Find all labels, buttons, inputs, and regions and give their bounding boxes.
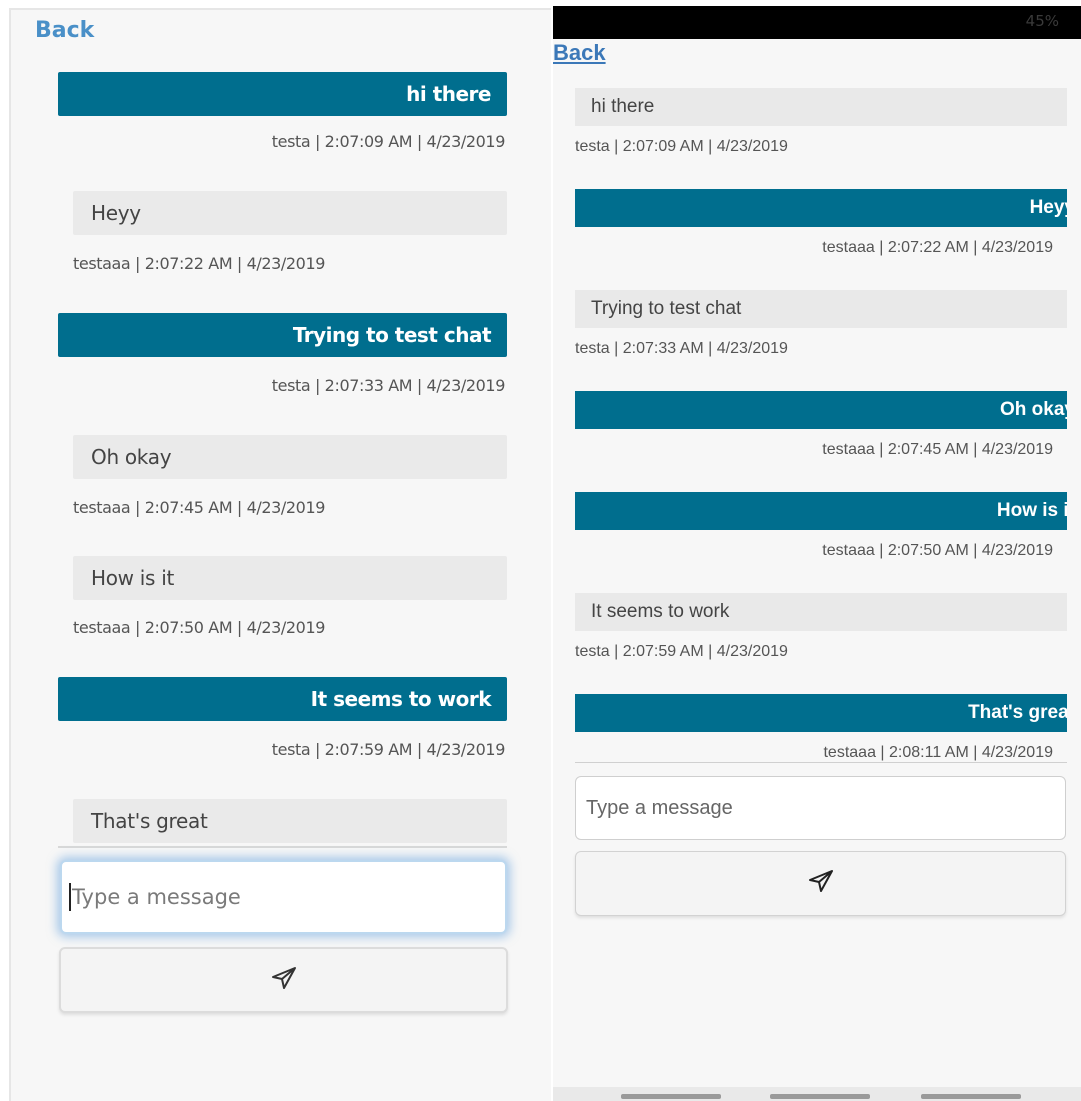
message-list[interactable]: hi there testa | 2:07:09 AM | 4/23/2019 … [11, 10, 551, 848]
status-bar: 45% [553, 6, 1081, 39]
message-meta: testaaa | 2:07:50 AM | 4/23/2019 [822, 542, 1053, 559]
back-link[interactable]: Back [553, 40, 606, 66]
nav-back-button[interactable] [921, 1094, 1021, 1099]
chat-window-desktop: Back hi there testa | 2:07:09 AM | 4/23/… [9, 8, 551, 1101]
message-text: Heyy [1029, 197, 1067, 218]
chat-window-mobile: 45% Back hi there testa | 2:07:09 AM | 4… [553, 6, 1081, 1101]
received-message-bubble: hi there [575, 88, 1067, 126]
message-meta: testaaa | 2:07:45 AM | 4/23/2019 [73, 498, 326, 517]
message-meta: testa | 2:07:09 AM | 4/23/2019 [575, 138, 788, 155]
received-message-bubble: How is it [73, 556, 507, 600]
message-meta: testaaa | 2:07:50 AM | 4/23/2019 [73, 618, 326, 637]
message-meta: testaaa | 2:07:22 AM | 4/23/2019 [73, 254, 326, 273]
sent-message-bubble: It seems to work [58, 677, 507, 721]
sent-message-bubble: Oh okay [575, 391, 1067, 429]
message-meta: testa | 2:07:59 AM | 4/23/2019 [575, 643, 788, 660]
received-message-bubble: Oh okay [73, 435, 507, 479]
received-message-bubble: It seems to work [575, 593, 1067, 631]
message-text: Oh okay [1000, 399, 1067, 420]
message-meta: testaaa | 2:07:22 AM | 4/23/2019 [822, 239, 1053, 256]
message-meta: testa | 2:07:33 AM | 4/23/2019 [575, 340, 788, 357]
received-message-bubble: Trying to test chat [575, 290, 1067, 328]
received-message-bubble: That's great [73, 799, 507, 843]
divider [575, 762, 1067, 763]
nav-home-button[interactable] [770, 1094, 870, 1099]
text-cursor [69, 883, 71, 911]
sent-message-bubble: That's great [575, 694, 1067, 732]
system-navigation-bar [553, 1087, 1081, 1101]
divider [58, 846, 507, 848]
sent-message-bubble: How is it [575, 492, 1067, 530]
message-meta: testa | 2:07:09 AM | 4/23/2019 [271, 132, 506, 151]
received-message-bubble: Heyy [73, 191, 507, 235]
message-text: That's great [968, 702, 1067, 723]
paper-plane-icon [271, 966, 297, 995]
message-meta: testa | 2:07:33 AM | 4/23/2019 [271, 376, 506, 395]
message-input[interactable] [575, 776, 1066, 840]
nav-recents-button[interactable] [621, 1094, 721, 1099]
paper-plane-icon [808, 869, 834, 898]
message-meta: testaaa | 2:07:45 AM | 4/23/2019 [822, 441, 1053, 458]
message-meta: testa | 2:07:59 AM | 4/23/2019 [271, 740, 506, 759]
sent-message-bubble: Trying to test chat [58, 313, 507, 357]
send-button[interactable] [575, 851, 1066, 916]
message-text: How is it [996, 500, 1067, 521]
send-button[interactable] [59, 947, 508, 1013]
sent-message-bubble: Heyy [575, 189, 1067, 227]
message-input[interactable] [60, 860, 507, 934]
message-meta: testaaa | 2:08:11 AM | 4/23/2019 [823, 744, 1053, 761]
battery-status: 45% [1025, 12, 1059, 30]
sent-message-bubble: hi there [58, 72, 507, 116]
